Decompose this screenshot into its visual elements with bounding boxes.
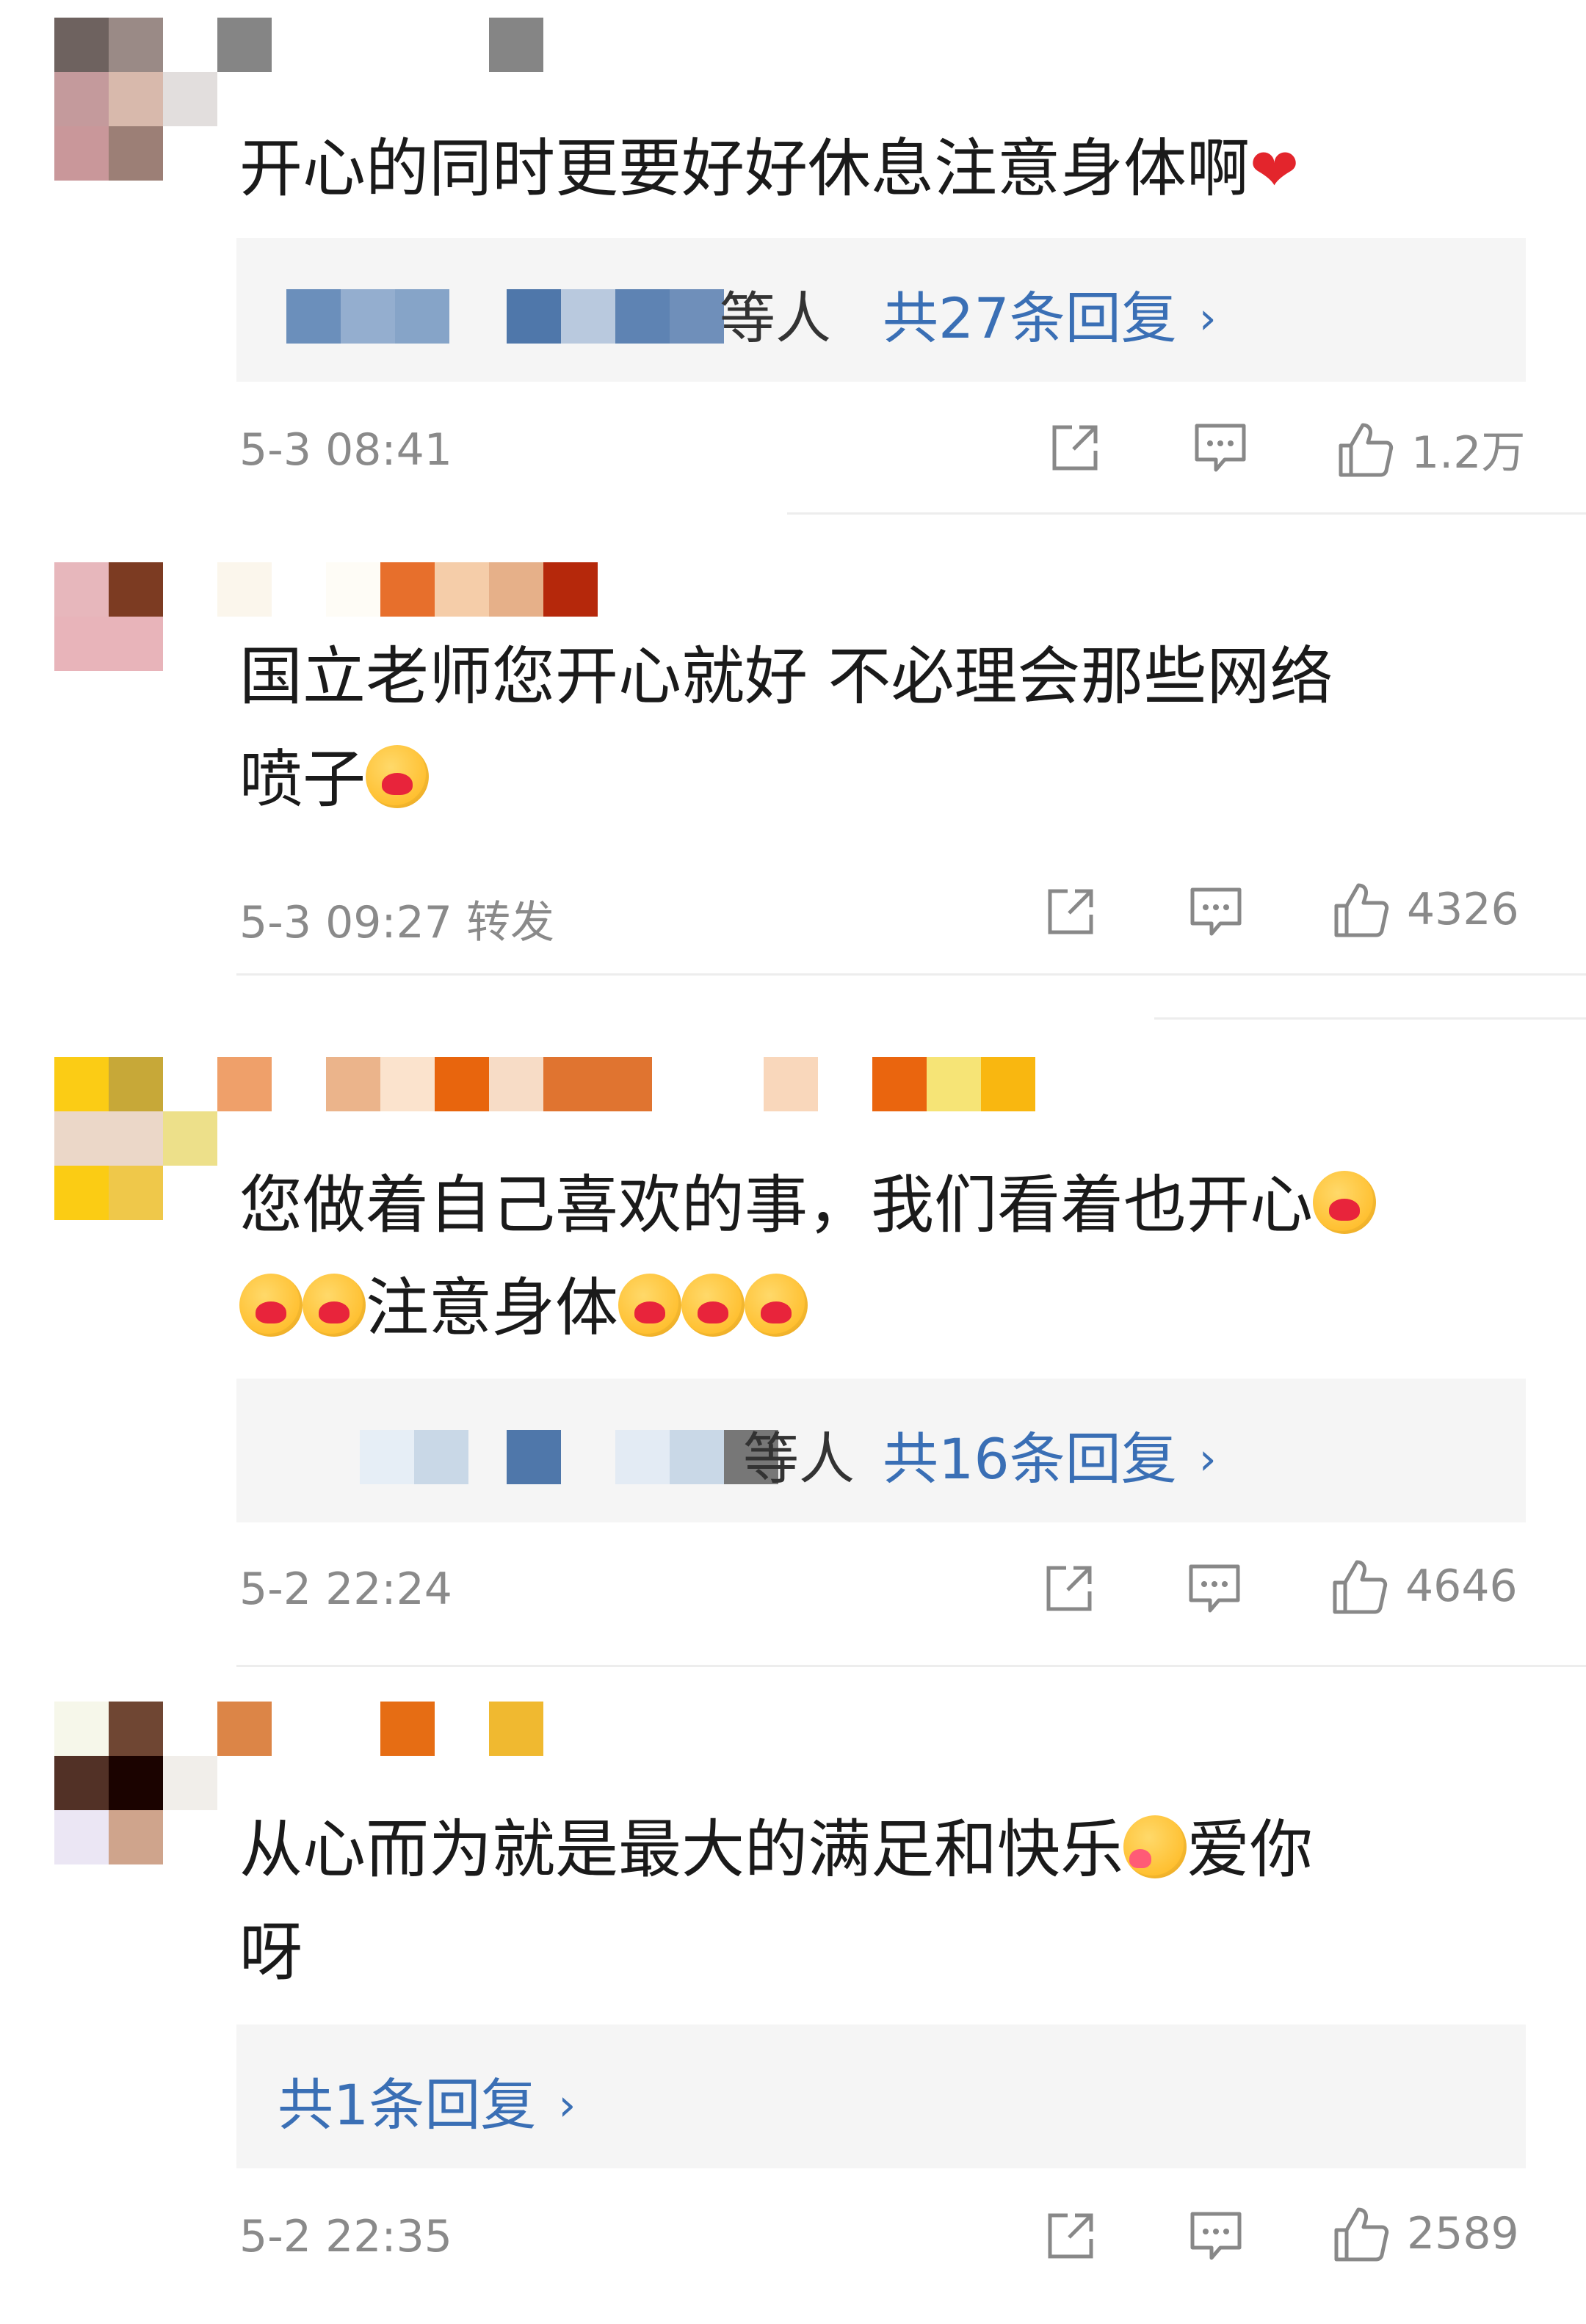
- comment-time: 5-2 22:24: [239, 1564, 452, 1615]
- avatar[interactable]: [54, 1057, 217, 1220]
- hug-emoji-icon: [745, 1274, 808, 1337]
- comment-text: 从心而为就是最大的满足和快乐 爱你 呀: [239, 1813, 1313, 1989]
- reply-preview[interactable]: 共1条回复 ›: [236, 2025, 1526, 2168]
- comment-icon: [1192, 421, 1248, 474]
- hug-emoji-icon: [1313, 1171, 1376, 1234]
- share-icon: [1041, 1561, 1097, 1616]
- divider: [236, 973, 1586, 976]
- comment-text: 开心的同时更要好好休息注意身体啊❤: [239, 132, 1300, 206]
- share-button[interactable]: [1041, 1561, 1097, 1616]
- heart-emoji-icon: ❤: [1250, 136, 1300, 204]
- view-replies-link[interactable]: 共27条回复 ›: [883, 273, 1217, 354]
- thumbs-up-icon: [1330, 879, 1391, 940]
- reply-suffix: 等人: [743, 1426, 855, 1492]
- hug-emoji-icon: [303, 1274, 366, 1337]
- comment-time: 5-2 22:35: [239, 2211, 452, 2262]
- share-icon: [1043, 884, 1098, 940]
- shy-heart-emoji-icon: [1123, 1815, 1187, 1878]
- comment-text: 您做着自己喜欢的事，我们看着也开心 注意身体: [239, 1154, 1517, 1359]
- comment-time: 5-3 08:41: [239, 424, 452, 476]
- view-replies-link[interactable]: 共1条回复 ›: [278, 2060, 576, 2140]
- comment-button[interactable]: [1188, 885, 1244, 938]
- like-button[interactable]: 4646: [1329, 1556, 1518, 1616]
- avatar[interactable]: [54, 18, 217, 181]
- thumbs-up-icon: [1330, 2204, 1391, 2264]
- reply-preview[interactable]: 等人 共16条回复 ›: [236, 1379, 1526, 1522]
- divider: [787, 512, 1586, 515]
- share-button[interactable]: [1043, 884, 1098, 940]
- thumbs-up-icon: [1335, 419, 1395, 479]
- thumbs-up-icon: [1329, 1556, 1389, 1616]
- like-button[interactable]: 2589: [1330, 2204, 1519, 2264]
- view-replies-link[interactable]: 共16条回复 ›: [883, 1414, 1217, 1495]
- hug-emoji-icon: [366, 745, 429, 808]
- hug-emoji-icon: [239, 1274, 303, 1337]
- comment-button[interactable]: [1188, 2209, 1244, 2262]
- comment-button[interactable]: [1192, 421, 1248, 474]
- chevron-right-icon: ›: [1198, 293, 1217, 344]
- comment-text: 国立老师您开心就好 不必理会那些网络 喷子: [239, 640, 1333, 816]
- hug-emoji-icon: [618, 1274, 681, 1337]
- like-count: 4326: [1407, 884, 1519, 935]
- share-icon: [1043, 2208, 1098, 2264]
- reply-suffix: 等人: [720, 286, 831, 351]
- like-button[interactable]: 4326: [1330, 879, 1519, 940]
- reply-preview[interactable]: 等人 共27条回复 ›: [236, 238, 1526, 382]
- like-button[interactable]: 1.2万: [1335, 417, 1525, 481]
- share-button[interactable]: [1047, 420, 1103, 476]
- avatar[interactable]: [54, 1702, 217, 1864]
- comment-icon: [1188, 885, 1244, 938]
- avatar[interactable]: [54, 562, 163, 671]
- share-button[interactable]: [1043, 2208, 1098, 2264]
- comment-time: 5-3 09:27: [239, 897, 452, 948]
- comment-button[interactable]: [1187, 1562, 1242, 1615]
- share-icon: [1047, 420, 1103, 476]
- comment-meta: 5-3 09:27 转发: [239, 887, 554, 951]
- repost-tag[interactable]: 转发: [466, 897, 554, 948]
- chevron-right-icon: ›: [558, 2080, 576, 2131]
- divider: [1154, 1017, 1586, 1020]
- like-count: 1.2万: [1411, 427, 1526, 479]
- hug-emoji-icon: [681, 1274, 745, 1337]
- like-count: 2589: [1407, 2208, 1519, 2259]
- comment-icon: [1187, 1562, 1242, 1615]
- comment-icon: [1188, 2209, 1244, 2262]
- divider: [236, 1665, 1586, 1667]
- like-count: 4646: [1405, 1561, 1518, 1612]
- chevron-right-icon: ›: [1198, 1434, 1217, 1485]
